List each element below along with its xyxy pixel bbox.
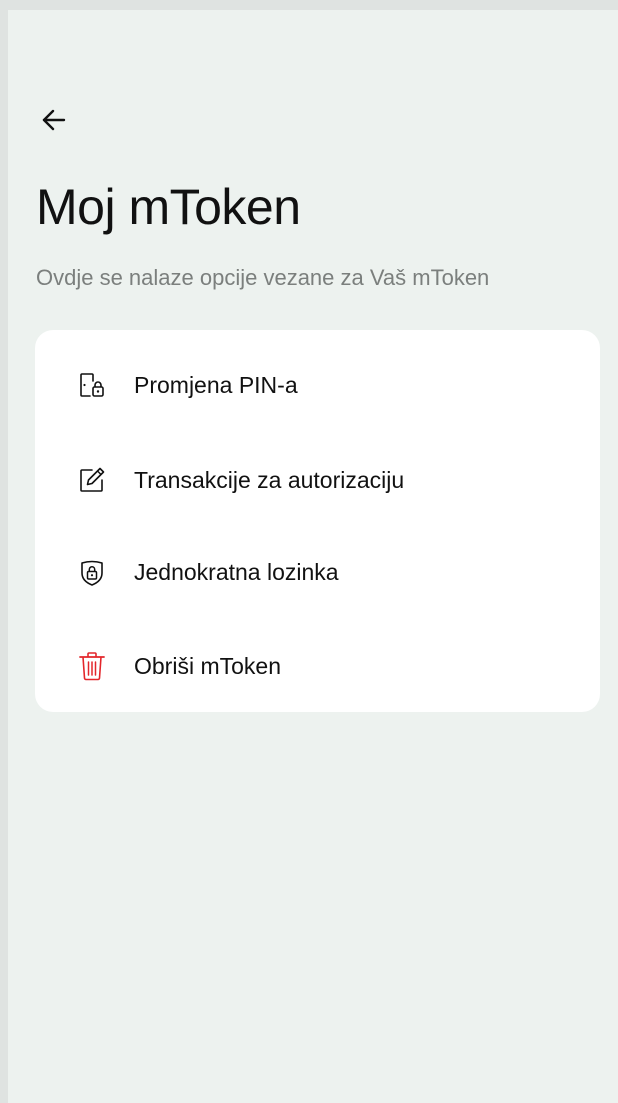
menu-item-delete-mtoken[interactable]: Obriši mToken — [35, 636, 600, 696]
page-subtitle: Ovdje se nalaze opcije vezane za Vaš mTo… — [36, 265, 490, 290]
phone-lock-icon — [77, 370, 107, 400]
shield-lock-icon — [77, 557, 107, 587]
menu-item-label: Promjena PIN-a — [134, 371, 298, 398]
options-card: Promjena PIN-a Transakcije za autorizaci… — [35, 330, 600, 712]
menu-item-one-time-password[interactable]: Jednokratna lozinka — [35, 542, 600, 602]
page-title: Moj mToken — [36, 179, 301, 235]
menu-item-label: Transakcije za autorizaciju — [134, 466, 405, 493]
menu-item-label: Obriši mToken — [134, 652, 281, 679]
menu-item-transactions[interactable]: Transakcije za autorizaciju — [35, 450, 600, 510]
screen: Moj mToken Ovdje se nalaze opcije vezane… — [8, 10, 618, 1103]
menu-item-change-pin[interactable]: Promjena PIN-a — [35, 355, 600, 415]
menu-item-label: Jednokratna lozinka — [134, 558, 339, 585]
edit-pen-icon — [77, 465, 107, 495]
trash-icon — [77, 651, 107, 681]
arrow-left-icon — [42, 109, 66, 131]
back-button[interactable] — [34, 100, 74, 140]
